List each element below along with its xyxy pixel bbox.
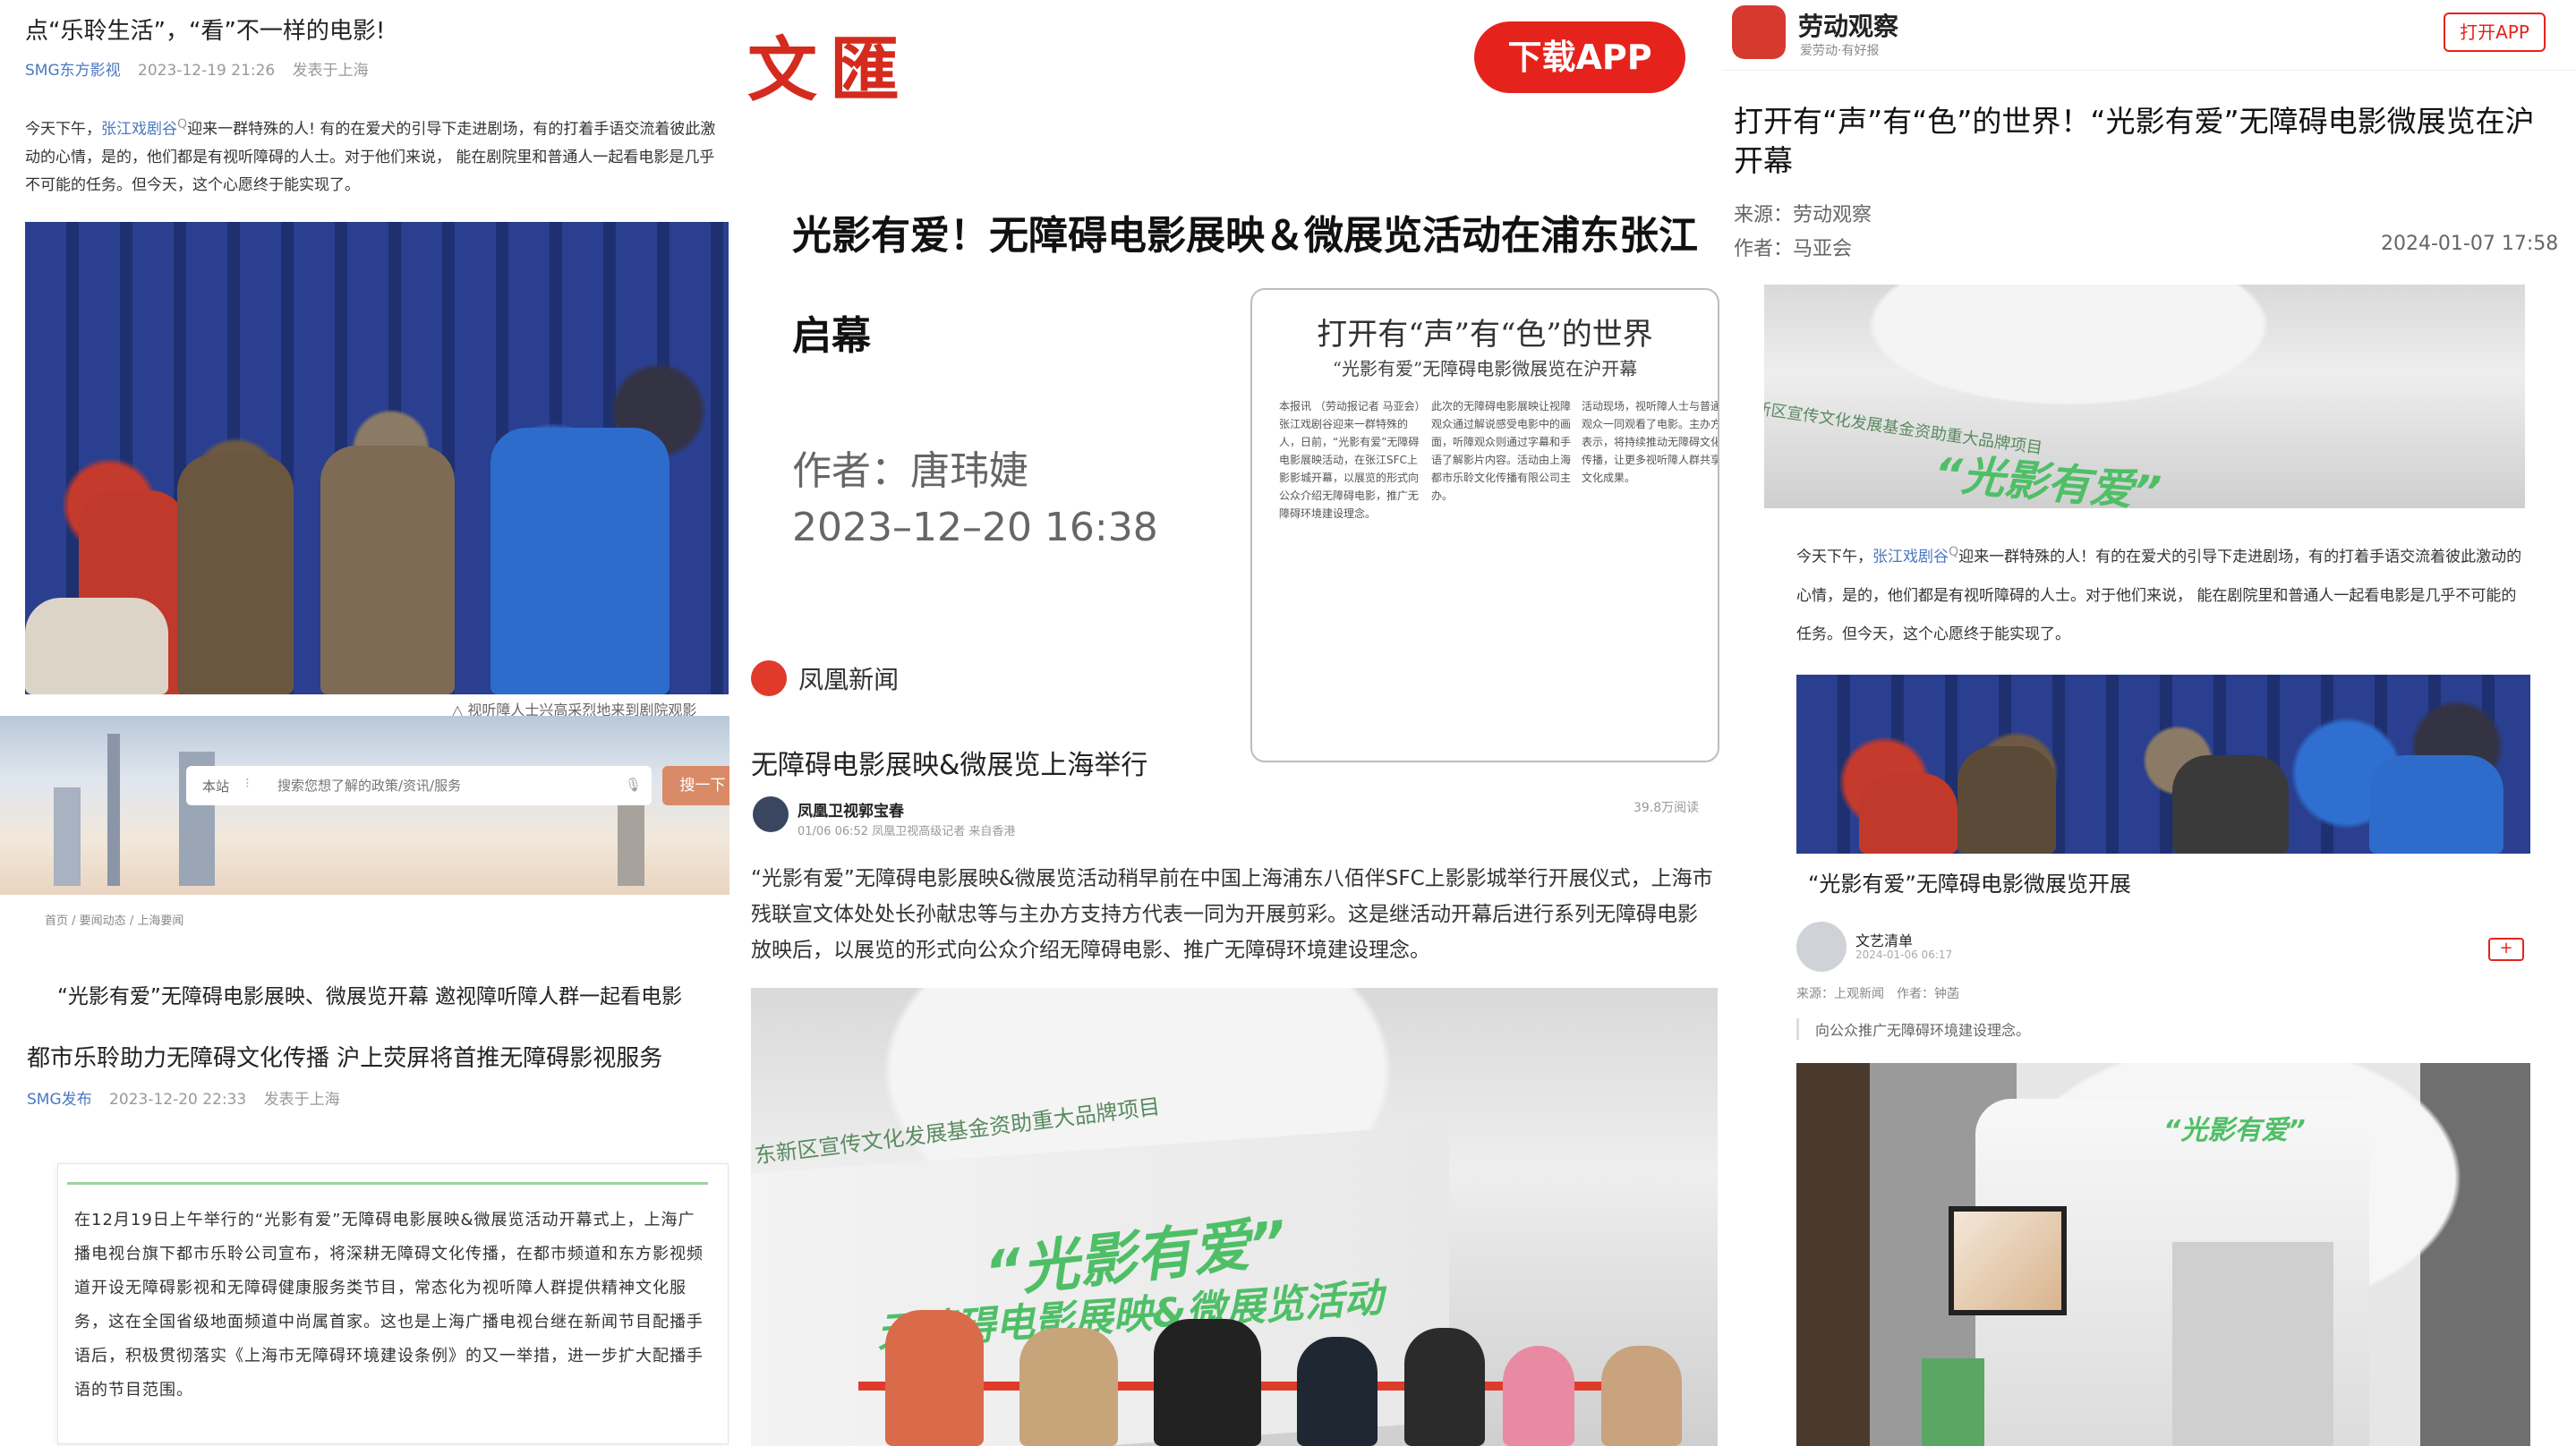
publish-datetime: 2023–12–20 16:38 <box>792 505 1158 550</box>
author: 作者：唐玮婕 <box>792 448 1028 494</box>
article-author: 作者：马亚会 <box>1734 238 1853 260</box>
view-count: 39.8万阅读 <box>1633 801 1700 815</box>
app-header: 劳动观察 爱劳动·有好报 打开APP <box>1723 0 2576 71</box>
reporter-name[interactable]: 凤凰卫视郭宝春 <box>798 798 904 821</box>
exhibition-banner-photo: 新区宣传文化发展基金资助重大品牌项目 “光影有爱” <box>1764 285 2525 508</box>
breadcrumb-home[interactable]: 首页 <box>45 914 68 928</box>
search-input[interactable] <box>276 773 619 798</box>
publish-location: 发表于上海 <box>263 1091 340 1109</box>
laodong-logo-icon <box>1732 5 1786 59</box>
app-slogan: 爱劳动·有好报 <box>1800 44 1880 58</box>
quote-line: 向公众推广无障碍环境建设理念。 <box>1796 1018 2030 1040</box>
article-meta: SMG东方影视 2023-12-19 21:26 发表于上海 <box>25 57 369 80</box>
open-app-button[interactable]: 打开APP <box>2444 13 2546 52</box>
publish-datetime: 2024-01-07 17:58 <box>2381 233 2559 255</box>
account-avatar <box>1796 922 1847 972</box>
photo-caption-title: “光影有爱”无障碍电影微展览开展 <box>1808 872 2131 897</box>
source-link[interactable]: SMG发布 <box>27 1091 92 1109</box>
article-meta: 来源：上观新闻 作者：钟菡 <box>1796 987 1959 1001</box>
article-panel-laodong: 劳动观察 爱劳动·有好报 打开APP 打开有“声”有“色”的世界！“光影有爱”无… <box>1723 0 2576 1446</box>
article-panel-smg: 本站 ⁝ 🎙 搜一下 首页 / 要闻动态 / 上海要闻 “光影有爱”无障碍电影展… <box>0 716 729 1446</box>
article-panel-wenhui: 文匯 下载APP 光影有爱！无障碍电影展映＆微展览活动在浦东张江启幕 作者：唐玮… <box>729 0 1723 1446</box>
app-name: 劳动观察 <box>1798 12 1899 41</box>
article-paragraph: 今天下午，张江戏剧谷Q迎来一群特殊的人! 有的在爱犬的引导下走进剧场，有的打着手… <box>25 117 716 194</box>
photo-caption: △ 视听障人士兴高采烈地来到剧院观影 <box>452 702 697 716</box>
search-scope-select[interactable]: 本站 <box>202 777 229 795</box>
newspaper-column: 此次的无障碍电影展映让视障观众通过解说感受电影中的画面，听障观众则通过字幕和手语… <box>1431 400 1572 502</box>
publish-location: 发表于上海 <box>292 62 369 80</box>
source-link[interactable]: SMG东方影视 <box>25 62 121 80</box>
place-link[interactable]: 张江戏剧谷 <box>101 121 177 139</box>
article-title: 打开有“声”有“色”的世界！“光影有爱”无障碍电影微展览在沪开幕 <box>1734 104 2535 178</box>
wenhui-logo: 文匯 <box>747 30 913 111</box>
fenghuang-logo: 凤凰新闻 <box>751 660 899 696</box>
video-screen <box>1949 1206 2067 1315</box>
article-title: 都市乐聆助力无障碍文化传播 沪上荧屏将首推无障碍影视服务 <box>27 1045 663 1072</box>
breadcrumb-news[interactable]: 要闻动态 <box>80 914 126 928</box>
quote-text: 向公众推广无障碍环境建设理念。 <box>1815 1022 2031 1039</box>
booth-banner: “光影有爱” <box>2163 1115 2306 1146</box>
city-banner: 本站 ⁝ 🎙 搜一下 <box>0 716 729 895</box>
reporter-avatar <box>753 796 789 832</box>
quote-text: 在12月19日上午举行的“光影有爱”无障碍电影展映&微展览活动开幕式上，上海广播… <box>74 1211 704 1399</box>
article-title: 点“乐聆生活”，“看”不一样的电影! <box>25 18 386 45</box>
follow-plus-icon[interactable]: + <box>2488 938 2524 961</box>
breadcrumb-shanghai[interactable]: 上海要闻 <box>137 914 183 928</box>
article-paragraph: 今天下午，张江戏剧谷Q迎来一群特殊的人！有的在爱犬的引导下走进剧场，有的打着手语… <box>1796 545 2522 643</box>
breadcrumb: 首页 / 要闻动态 / 上海要闻 <box>45 914 184 928</box>
microphone-icon[interactable]: 🎙 <box>625 777 642 793</box>
account-name[interactable]: 文艺清单 <box>1855 929 1913 950</box>
newspaper-column: 活动现场，视听障人士与普通观众一同观看了电影。主办方表示，将持续推动无障碍文化传… <box>1582 400 1719 484</box>
place-link[interactable]: 张江戏剧谷 <box>1872 549 1949 566</box>
publish-time: 2023-12-19 21:26 <box>138 62 276 80</box>
section-title: 无障碍电影展映&微展览上海举行 <box>751 750 1148 781</box>
headline: “光影有爱”无障碍电影展映、微展览开幕 邀视障听障人群一起看电影 <box>57 985 683 1008</box>
publish-time: 2023-12-20 22:33 <box>109 1091 247 1109</box>
article-source: 来源：劳动观察 <box>1734 204 1872 226</box>
newspaper-headline: 打开有“声”有“色”的世界 <box>1317 317 1653 353</box>
newspaper-subhead: “光影有爱”无障碍电影微展览在沪开幕 <box>1332 358 1638 379</box>
newspaper-clipping: 打开有“声”有“色”的世界 “光影有爱”无障碍电影微展览在沪开幕 本报讯 （劳动… <box>1250 288 1719 762</box>
reporter-meta: 01/06 06:52 凤凰卫视高级记者 来自香港 <box>798 825 1016 838</box>
ribbon-cutting-photo: 东新区宣传文化发展基金资助重大品牌项目 “光影有爱” 无障碍电影展映&微展览活动 <box>751 988 1718 1446</box>
audience-photo <box>1796 675 2530 854</box>
phoenix-icon <box>751 660 787 696</box>
quote-box: 在12月19日上午举行的“光影有爱”无障碍电影展映&微展览活动开幕式上，上海广播… <box>57 1163 729 1444</box>
audience-photo <box>25 222 729 694</box>
exhibition-booth-photo: “光影有爱” <box>1796 1063 2530 1446</box>
newspaper-column: 本报讯 （劳动报记者 马亚会）张江戏剧谷迎来一群特殊的人，日前，“光影有爱”无障… <box>1279 400 1420 520</box>
banner-title: “光影有爱” <box>1932 448 2163 508</box>
article-body: “光影有爱”无障碍电影展映&微展览活动稍早前在中国上海浦东八佰伴SFC上影影城举… <box>751 867 1713 962</box>
account-time: 2024-01-06 06:17 <box>1855 948 1953 961</box>
download-app-button[interactable]: 下载APP <box>1474 21 1685 93</box>
search-bar: 本站 ⁝ 🎙 <box>186 766 652 805</box>
article-panel-dongfang: 点“乐聆生活”，“看”不一样的电影! SMG东方影视 2023-12-19 21… <box>0 0 729 716</box>
search-button[interactable]: 搜一下 <box>662 766 729 805</box>
article-meta: SMG发布 2023-12-20 22:33 发表于上海 <box>27 1086 340 1109</box>
